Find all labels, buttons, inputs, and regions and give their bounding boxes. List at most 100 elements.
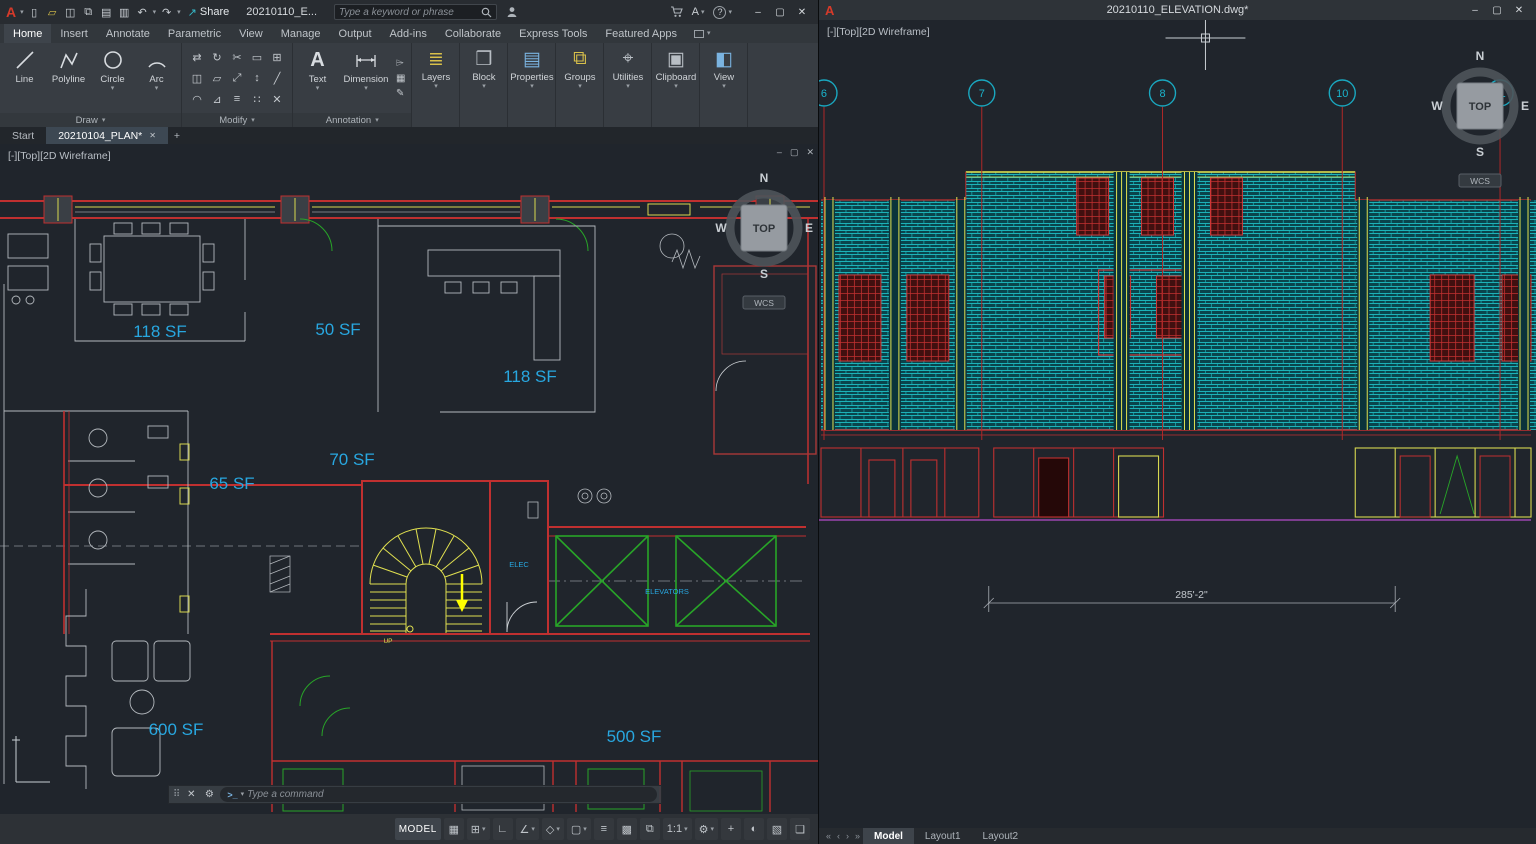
isodraft-icon[interactable]: ◇▾ (542, 818, 564, 840)
break-icon[interactable]: ✕ (272, 93, 281, 106)
ribbon-tab-view[interactable]: View (230, 24, 272, 43)
clean-screen-icon[interactable]: ❏ (790, 818, 810, 840)
viewcube-south[interactable]: S (1476, 145, 1484, 159)
command-input[interactable] (247, 789, 650, 800)
search-icon[interactable] (481, 7, 492, 18)
properties-panel-button[interactable]: ▤ Properties ▾ (508, 43, 556, 127)
floor-plan-drawing[interactable]: 118 SF 50 SF 118 SF 70 SF 65 SF 600 SF 5… (0, 144, 818, 814)
utilities-panel-button[interactable]: ⌖ Utilities ▾ (604, 43, 652, 127)
explode-icon[interactable]: ≡ (234, 93, 240, 105)
leader-icon[interactable]: ⌲ (396, 58, 405, 69)
undo-icon[interactable]: ↶ (135, 6, 150, 19)
stair-direction-arrow[interactable] (456, 574, 468, 612)
modify-panel-label[interactable]: Modify ▾ (182, 113, 292, 127)
ribbon-tab-parametric[interactable]: Parametric (159, 24, 230, 43)
transparency-icon[interactable]: ▩ (617, 818, 637, 840)
isolate-objects-icon[interactable]: ◐ (744, 818, 764, 840)
mirror-icon[interactable]: ▱ (213, 72, 221, 85)
scale-icon[interactable]: ↕ (254, 72, 260, 84)
viewcube-east[interactable]: E (805, 221, 813, 235)
new-file-icon[interactable]: ▯ (27, 6, 42, 19)
ribbon-tab-featured-apps[interactable]: Featured Apps (596, 24, 686, 43)
ribbon-tab-addins[interactable]: Add-ins (381, 24, 436, 43)
restrooms[interactable] (4, 234, 188, 784)
file-tab-start[interactable]: Start (0, 127, 46, 144)
viewport-controls[interactable]: [-][Top][2D Wireframe] (8, 150, 111, 162)
new-tab-button[interactable]: + (168, 127, 186, 144)
help-icon[interactable]: ?▾ (713, 6, 732, 19)
osnap-icon[interactable]: ▢▾ (567, 818, 591, 840)
tab-layout1[interactable]: Layout1 (914, 828, 972, 844)
save-as-icon[interactable]: ⧉ (81, 6, 96, 19)
ribbon-tab-express-tools[interactable]: Express Tools (510, 24, 596, 43)
office-room[interactable] (378, 219, 595, 412)
table-icon[interactable]: ▦ (396, 73, 405, 84)
grid-icon[interactable]: ▦ (444, 818, 464, 840)
annotation-panel-label[interactable]: Annotation ▾ (293, 113, 411, 127)
ribbon-tab-collaborate[interactable]: Collaborate (436, 24, 510, 43)
open-file-icon[interactable]: ▱ (45, 6, 60, 19)
viewcube-south[interactable]: S (760, 267, 768, 281)
arc-tool-button[interactable]: Arc ▾ (135, 44, 178, 112)
tab-layout2[interactable]: Layout2 (972, 828, 1030, 844)
circle-tool-button[interactable]: Circle ▾ (91, 44, 134, 112)
model-space-button[interactable]: MODEL (395, 818, 441, 840)
file-tab-plan[interactable]: 20210104_PLAN* ✕ (46, 127, 168, 144)
first-layout-icon[interactable]: « (823, 831, 834, 841)
drag-handle[interactable]: ⠿ (173, 789, 180, 800)
lineweight-icon[interactable]: ≡ (594, 818, 614, 840)
print-icon[interactable]: ▤ (99, 6, 114, 19)
fillet-icon[interactable]: ◠ (192, 93, 202, 106)
chevron-down-icon[interactable]: ▾ (241, 791, 245, 798)
viewcube-west[interactable]: W (715, 221, 727, 235)
groups-panel-button[interactable]: ⧉ Groups ▾ (556, 43, 604, 127)
array-icon[interactable]: ⊞ (272, 51, 281, 64)
ribbon-tab-manage[interactable]: Manage (272, 24, 330, 43)
snap-icon[interactable]: ⊞▾ (467, 818, 490, 840)
stair-block-walls[interactable] (64, 218, 810, 641)
erase-icon[interactable]: ▭ (252, 51, 262, 64)
view-panel-button[interactable]: ◧ View ▾ (700, 43, 748, 127)
corridor-walls[interactable] (0, 196, 818, 251)
text-tool-button[interactable]: A Text ▾ (296, 44, 339, 112)
batch-plot-icon[interactable]: ▥ (117, 6, 132, 19)
ortho-icon[interactable]: ∟ (493, 818, 513, 840)
viewcube[interactable]: N W E S TOP WCS (1428, 38, 1532, 199)
maximize-button[interactable]: ▢ (1486, 0, 1508, 20)
trim-icon[interactable]: ✂ (232, 51, 241, 64)
restroom-wall[interactable] (64, 411, 69, 634)
viewcube-north[interactable]: N (760, 171, 769, 185)
search-input[interactable] (339, 7, 477, 18)
close-icon[interactable]: ✕ (184, 789, 198, 800)
command-line[interactable]: ⠿ ✕ ⚙ >_ ▾ (168, 785, 662, 804)
chamfer-icon[interactable]: ⊿ (212, 93, 221, 106)
minimize-button[interactable]: – (747, 2, 769, 22)
drawing-canvas-elevation[interactable]: 285'-2" 6 7 8 10 11 [-][Top][2D Wire (819, 20, 1536, 828)
join-icon[interactable]: ∷ (254, 93, 261, 106)
workspace-icon[interactable]: ⚙▾ (695, 818, 718, 840)
ribbon-display-toggle[interactable]: ▾ (686, 24, 719, 43)
drinking-fountains[interactable] (528, 489, 611, 518)
draw-panel-label[interactable]: Draw ▾ (0, 113, 181, 127)
layers-panel-button[interactable]: ≣ Layers ▾ (412, 43, 460, 127)
last-layout-icon[interactable]: » (852, 831, 863, 841)
doc-minimize-icon[interactable]: – (777, 147, 782, 158)
viewcube-east[interactable]: E (1521, 99, 1529, 113)
graphics-performance-icon[interactable]: ▧ (767, 818, 787, 840)
storefront[interactable] (821, 448, 1531, 517)
close-button[interactable]: ✕ (1508, 0, 1530, 20)
polar-tracking-icon[interactable]: ∠▾ (516, 818, 539, 840)
copy-icon[interactable]: ◫ (192, 72, 202, 85)
viewcube-west[interactable]: W (1431, 99, 1443, 113)
wall-hatch[interactable] (270, 556, 290, 592)
lounge-furniture[interactable] (66, 589, 190, 789)
move-icon[interactable]: ⇄ (192, 51, 201, 64)
chevron-down-icon[interactable]: ▾ (177, 9, 181, 16)
close-button[interactable]: ✕ (791, 2, 813, 22)
drawing-canvas-plan[interactable]: 118 SF 50 SF 118 SF 70 SF 65 SF 600 SF 5… (0, 144, 818, 814)
offset-icon[interactable]: ╱ (274, 72, 281, 85)
ribbon-tab-insert[interactable]: Insert (51, 24, 97, 43)
stair[interactable] (370, 528, 482, 633)
doc-restore-icon[interactable]: ▢ (790, 147, 799, 158)
minimize-button[interactable]: – (1464, 0, 1486, 20)
